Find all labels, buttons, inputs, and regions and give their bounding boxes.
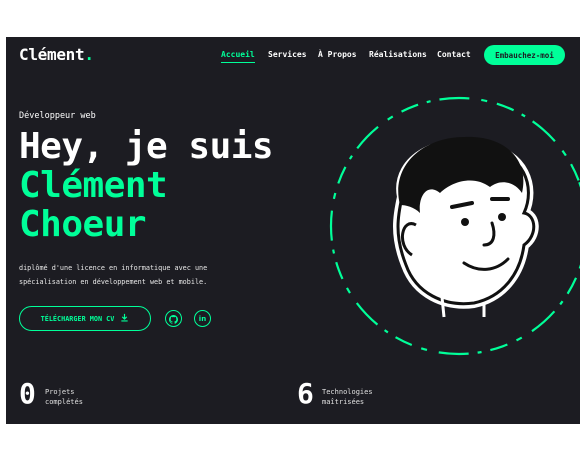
avatar-face [393,136,539,318]
stat-technologies-label: Technologies maîtrisées [322,387,373,407]
stat-projects-label-line2: complétés [45,398,83,406]
stat-technologies-value: 6 [297,377,314,410]
hero-title-lastname: Choeur [19,204,147,245]
nav-accueil[interactable]: Accueil [221,50,255,63]
hero-title-line1: Hey, je suis [19,126,274,167]
page: Clément. Accueil Services À Propos Réali… [6,37,580,424]
github-icon [169,309,178,328]
avatar-illustration [329,96,580,356]
download-cv-button[interactable]: TÉLÉCHARGER MON CV [19,306,151,331]
github-button[interactable] [165,310,182,327]
download-icon [120,313,129,324]
linkedin-button[interactable]: in [194,310,211,327]
nav-a-propos[interactable]: À Propos [318,50,357,59]
logo[interactable]: Clément. [19,45,94,64]
nav-realisations[interactable]: Réalisations [369,50,427,59]
avatar-eye-left [461,218,469,226]
avatar-eye-right [498,213,506,221]
hero-description: diplômé d'une licence en informatique av… [19,264,208,286]
nav-contact[interactable]: Contact [437,50,471,59]
hire-me-label: Embauchez-moi [495,50,554,60]
logo-text: Clément [19,45,85,64]
stat-technologies-label-line1: Technologies [322,388,373,396]
stat-technologies-label-line2: maîtrisées [322,398,365,406]
download-cv-label: TÉLÉCHARGER MON CV [40,314,115,323]
logo-dot: . [84,45,94,64]
nav-services[interactable]: Services [268,50,307,59]
linkedin-icon: in [198,314,207,323]
hero-eyebrow: Développeur web [19,111,96,121]
stat-projects-label-line1: Projets [45,388,75,396]
stat-projects-label: Projets complétés [45,387,83,407]
hire-me-button[interactable]: Embauchez-moi [484,45,565,65]
stat-projects-value: 0 [19,377,36,410]
hero-title-firstname: Clément [19,165,168,206]
